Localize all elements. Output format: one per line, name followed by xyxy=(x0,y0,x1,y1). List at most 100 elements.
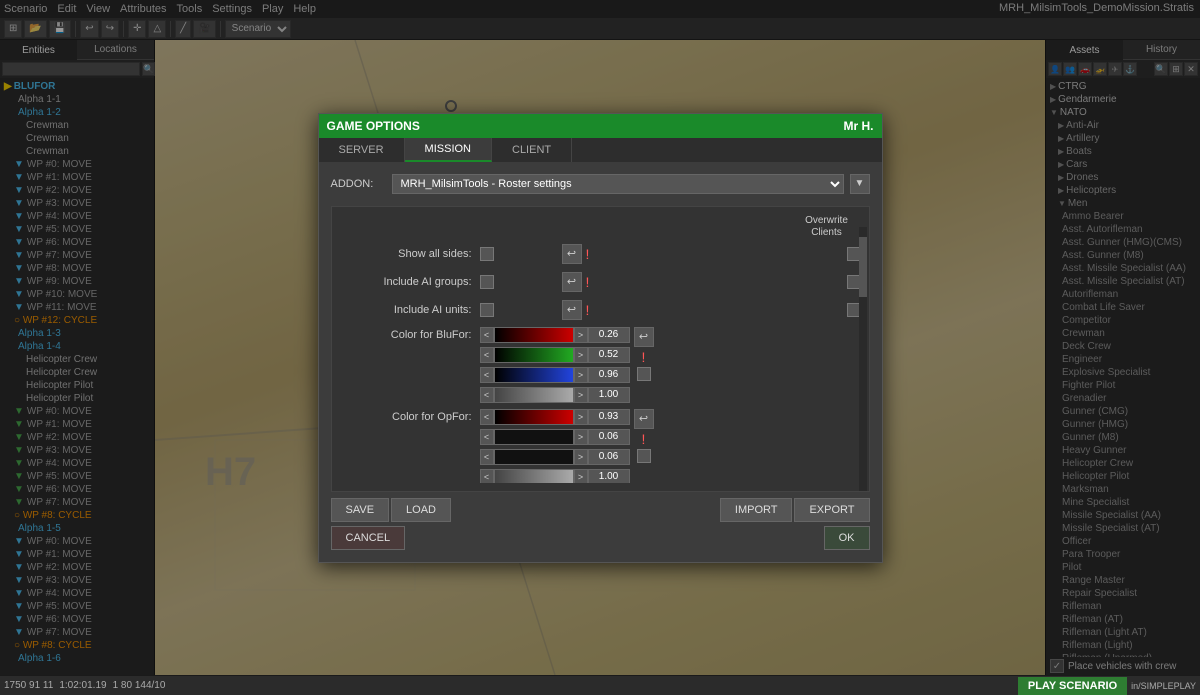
modal-tabs: SERVER MISSION CLIENT xyxy=(319,138,882,162)
cancel-button[interactable]: CANCEL xyxy=(331,526,406,550)
blufor-blue-value[interactable] xyxy=(588,367,630,383)
blufor-alpha-left[interactable]: < xyxy=(480,387,494,403)
modal-user: Mr H. xyxy=(844,119,874,133)
blufor-color-warn: ! xyxy=(642,349,646,365)
bottom-bar: 1750 91 11 1:02:01.19 1 80 144/10 PLAY S… xyxy=(0,675,1200,695)
opfor-blue-right[interactable]: > xyxy=(574,449,588,465)
settings-area: OverwriteClients Show all sides: ↩ ! xyxy=(331,206,870,492)
opfor-color-channels: < > < > xyxy=(480,409,630,483)
include-ai-units-label: Include AI units: xyxy=(340,304,480,316)
blufor-alpha-value[interactable] xyxy=(588,387,630,403)
opfor-alpha-value[interactable] xyxy=(588,469,630,483)
modal-title: GAME OPTIONS xyxy=(327,119,420,133)
blufor-alpha-row: < > xyxy=(480,387,630,403)
overwrite-header-row: OverwriteClients xyxy=(340,215,861,239)
save-button[interactable]: SAVE xyxy=(331,498,390,522)
show-all-sides-controls: ↩ ! xyxy=(480,244,861,264)
opfor-color-label: Color for OpFor: xyxy=(340,409,480,423)
show-all-sides-warn: ! xyxy=(586,246,590,262)
opfor-red-value[interactable] xyxy=(588,409,630,425)
opfor-blue-bar xyxy=(494,449,574,465)
blufor-color-overwrite[interactable] xyxy=(637,367,651,381)
status-display: 1 80 144/10 xyxy=(113,680,166,691)
blufor-green-right[interactable]: > xyxy=(574,347,588,363)
include-ai-units-checkbox[interactable] xyxy=(480,303,494,317)
import-button[interactable]: IMPORT xyxy=(720,498,793,522)
modal-footer: SAVE LOAD IMPORT EXPORT xyxy=(331,492,870,522)
opfor-green-bar xyxy=(494,429,574,445)
ok-button[interactable]: OK xyxy=(824,526,870,550)
modal-title-bar: GAME OPTIONS Mr H. xyxy=(319,114,882,138)
overwrite-clients-label: OverwriteClients xyxy=(797,215,857,239)
play-scenario-button[interactable]: PLAY SCENARIO xyxy=(1018,677,1127,695)
scroll-track xyxy=(859,227,867,491)
coords-display: 1750 91 11 xyxy=(4,680,53,691)
opfor-green-value[interactable] xyxy=(588,429,630,445)
addon-select[interactable]: MRH_MilsimTools - Roster settings xyxy=(392,174,844,194)
include-ai-groups-row: Include AI groups: ↩ ! xyxy=(340,271,861,293)
opfor-color-warn: ! xyxy=(642,431,646,447)
blufor-green-value[interactable] xyxy=(588,347,630,363)
opfor-alpha-bar xyxy=(494,469,574,483)
bottom-right: PLAY SCENARIO in/SIMPLEPLAY xyxy=(1018,677,1196,695)
load-button[interactable]: LOAD xyxy=(391,498,451,522)
opfor-blue-left[interactable]: < xyxy=(480,449,494,465)
bottom-left: 1750 91 11 1:02:01.19 1 80 144/10 xyxy=(4,680,165,691)
addon-row: ADDON: MRH_MilsimTools - Roster settings… xyxy=(331,174,870,194)
include-ai-units-icon[interactable]: ↩ xyxy=(562,300,582,320)
include-ai-groups-checkbox[interactable] xyxy=(480,275,494,289)
opfor-green-row: < > xyxy=(480,429,630,445)
include-ai-groups-icon[interactable]: ↩ xyxy=(562,272,582,292)
blufor-red-value[interactable] xyxy=(588,327,630,343)
show-all-sides-checkbox[interactable] xyxy=(480,247,494,261)
include-ai-units-controls: ↩ ! xyxy=(480,300,861,320)
opfor-red-left[interactable]: < xyxy=(480,409,494,425)
modal-overlay: GAME OPTIONS Mr H. SERVER MISSION CLIENT… xyxy=(0,0,1200,675)
blufor-blue-left[interactable]: < xyxy=(480,367,494,383)
opfor-red-right[interactable]: > xyxy=(574,409,588,425)
opfor-green-left[interactable]: < xyxy=(480,429,494,445)
blufor-color-label: Color for BluFor: xyxy=(340,327,480,341)
blufor-alpha-right[interactable]: > xyxy=(574,387,588,403)
opfor-color-overwrite[interactable] xyxy=(637,449,651,463)
opfor-alpha-right[interactable]: > xyxy=(574,469,588,483)
blufor-green-left[interactable]: < xyxy=(480,347,494,363)
opfor-alpha-left[interactable]: < xyxy=(480,469,494,483)
opfor-red-row: < > xyxy=(480,409,630,425)
show-all-sides-row: Show all sides: ↩ ! xyxy=(340,243,861,265)
opfor-red-bar xyxy=(494,409,574,425)
blufor-green-row: < > xyxy=(480,347,630,363)
export-button[interactable]: EXPORT xyxy=(794,498,869,522)
include-ai-units-warn: ! xyxy=(586,302,590,318)
show-all-sides-icon1[interactable]: ↩ xyxy=(562,244,582,264)
include-ai-groups-label: Include AI groups: xyxy=(340,276,480,288)
blufor-color-reset[interactable]: ↩ xyxy=(634,327,654,347)
modal-body: ADDON: MRH_MilsimTools - Roster settings… xyxy=(319,162,882,562)
game-options-modal: GAME OPTIONS Mr H. SERVER MISSION CLIENT… xyxy=(318,113,883,563)
blufor-blue-right[interactable]: > xyxy=(574,367,588,383)
blufor-red-row: < > xyxy=(480,327,630,343)
settings-scroll: Show all sides: ↩ ! Include AI groups: xyxy=(340,243,861,483)
opfor-color-section: Color for OpFor: < > < xyxy=(340,409,861,483)
blufor-blue-bar xyxy=(494,367,574,383)
opfor-blue-value[interactable] xyxy=(588,449,630,465)
modal-tab-client[interactable]: CLIENT xyxy=(492,138,572,162)
opfor-color-reset[interactable]: ↩ xyxy=(634,409,654,429)
scroll-thumb[interactable] xyxy=(859,237,867,297)
opfor-blue-row: < > xyxy=(480,449,630,465)
modal-tab-server[interactable]: SERVER xyxy=(319,138,405,162)
version-label: in/SIMPLEPLAY xyxy=(1131,681,1196,691)
blufor-red-bar xyxy=(494,327,574,343)
include-ai-groups-warn: ! xyxy=(586,274,590,290)
blufor-red-right[interactable]: > xyxy=(574,327,588,343)
blufor-color-extra: ↩ ! xyxy=(634,327,654,381)
addon-dropdown-btn[interactable]: ▼ xyxy=(850,174,870,194)
modal-cancel-ok-row: CANCEL OK xyxy=(331,526,870,550)
include-ai-units-row: Include AI units: ↩ ! xyxy=(340,299,861,321)
blufor-red-left[interactable]: < xyxy=(480,327,494,343)
modal-tab-mission[interactable]: MISSION xyxy=(405,138,492,162)
blufor-blue-row: < > xyxy=(480,367,630,383)
show-all-sides-label: Show all sides: xyxy=(340,248,480,260)
opfor-green-right[interactable]: > xyxy=(574,429,588,445)
addon-label: ADDON: xyxy=(331,178,386,190)
